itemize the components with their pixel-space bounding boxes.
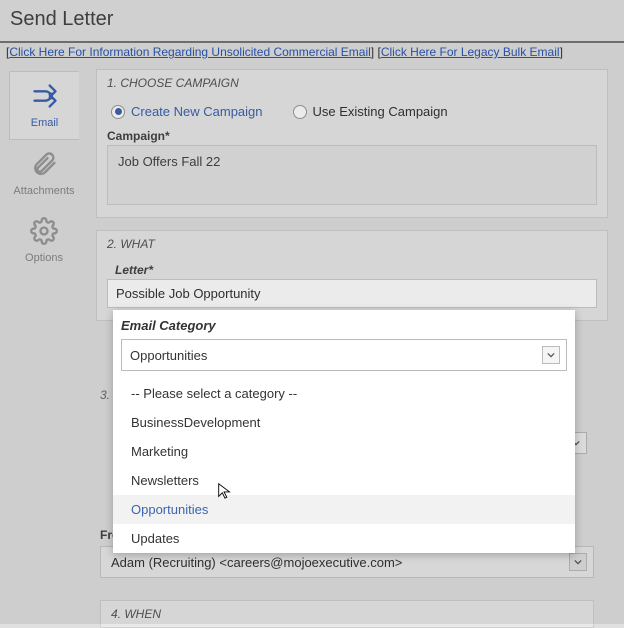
email-category-options: -- Please select a category -- BusinessD… <box>113 379 575 553</box>
radio-existing-label: Use Existing Campaign <box>313 104 448 119</box>
shuffle-icon <box>31 82 59 113</box>
unsolicited-email-link[interactable]: Click Here For Information Regarding Uns… <box>9 45 370 59</box>
radio-create-new[interactable] <box>111 105 125 119</box>
email-category-popup: Email Category Opportunities -- Please s… <box>113 310 575 553</box>
campaign-label: Campaign* <box>107 127 597 145</box>
step1-head: 1. CHOOSE CAMPAIGN <box>97 70 607 96</box>
main-content: 1. CHOOSE CAMPAIGN Create New Campaign U… <box>88 63 624 333</box>
tab-email[interactable]: Email <box>9 71 79 140</box>
tab-email-label: Email <box>31 117 59 129</box>
chevron-down-icon <box>569 553 587 571</box>
category-option-updates[interactable]: Updates <box>113 524 575 553</box>
category-option-opportunities[interactable]: Opportunities <box>113 495 575 524</box>
radio-create-label: Create New Campaign <box>131 104 263 119</box>
category-option-newsletters[interactable]: Newsletters <box>113 466 575 495</box>
chevron-down-icon <box>542 346 560 364</box>
letter-input[interactable]: Possible Job Opportunity <box>107 279 597 308</box>
email-category-title: Email Category <box>113 310 575 337</box>
step2-section: 2. WHAT Letter* Possible Job Opportunity <box>96 230 608 321</box>
gear-icon <box>30 217 58 248</box>
category-option-businessdevelopment[interactable]: BusinessDevelopment <box>113 408 575 437</box>
step2-head: 2. WHAT <box>97 231 607 257</box>
step4-head: 4. WHEN <box>101 601 593 627</box>
campaign-input[interactable]: Job Offers Fall 22 <box>107 145 597 205</box>
tab-attachments-label: Attachments <box>13 185 74 197</box>
category-option-placeholder[interactable]: -- Please select a category -- <box>113 379 575 408</box>
from-value: Adam (Recruiting) <careers@mojoexecutive… <box>111 555 402 570</box>
left-tabs: Email Attachments Options <box>0 63 88 333</box>
tab-attachments[interactable]: Attachments <box>9 140 79 207</box>
top-warning-links: [Click Here For Information Regarding Un… <box>0 41 624 63</box>
radio-use-existing[interactable] <box>293 105 307 119</box>
legacy-bulk-email-link[interactable]: Click Here For Legacy Bulk Email <box>381 45 560 59</box>
tab-options[interactable]: Options <box>9 207 79 274</box>
email-category-select[interactable]: Opportunities <box>121 339 567 371</box>
paperclip-icon <box>30 150 58 181</box>
step3-head: 3. <box>100 388 110 402</box>
tab-options-label: Options <box>25 252 63 264</box>
email-category-selected-value: Opportunities <box>130 348 207 363</box>
category-option-marketing[interactable]: Marketing <box>113 437 575 466</box>
page-title: Send Letter <box>0 0 624 41</box>
letter-label: Letter* <box>107 261 597 279</box>
step1-section: 1. CHOOSE CAMPAIGN Create New Campaign U… <box>96 69 608 218</box>
